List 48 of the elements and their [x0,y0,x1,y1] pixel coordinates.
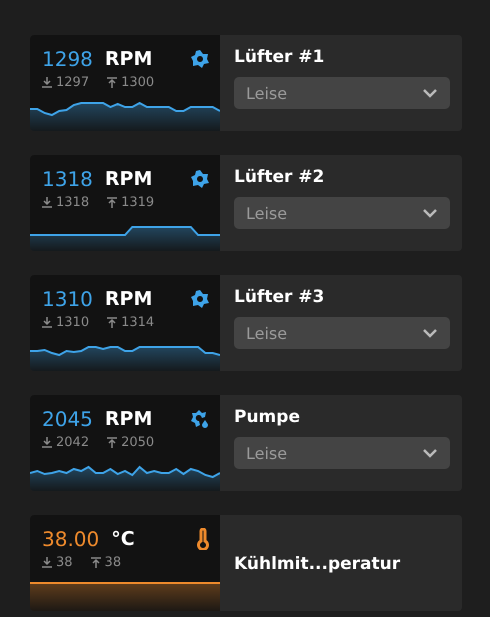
mode-dropdown[interactable]: Leise [234,437,450,469]
sensor-value: 1310 [42,287,93,311]
mode-dropdown[interactable]: Leise [234,317,450,349]
maximum-value: 1300 [121,75,154,90]
chevron-down-icon [422,208,438,218]
minimum-value: 1310 [56,315,90,330]
sensor-unit: RPM [104,408,154,430]
maximum-value: 2050 [121,435,154,450]
maximum-icon [107,317,118,328]
sensor-unit: RPM [104,48,154,70]
maximum-icon [107,77,118,88]
sensor-name: Lüfter #1 [234,47,326,67]
fan-icon [190,169,210,189]
sensor-value: 1318 [42,167,93,191]
maximum-value: 38 [104,555,122,570]
mode-dropdown[interactable]: Leise [234,77,450,109]
sensor-value: 2045 [42,407,93,431]
maximum-icon [107,437,118,448]
minimum-icon [42,197,52,208]
minimum-icon [42,77,52,88]
fan-icon [190,289,210,309]
minimum-value: 1297 [56,75,90,90]
fan-icon [190,49,210,69]
minimum-icon [42,557,52,568]
maximum-icon [107,197,118,208]
sensor-unit: RPM [104,168,154,190]
sensor-name: Lüfter #3 [234,287,326,307]
pump-icon [190,409,210,429]
sensor-value: 38.00 [42,527,100,551]
chevron-down-icon [422,328,438,338]
thermometer-icon [196,528,210,550]
minimum-value: 1318 [56,195,90,210]
maximum-value: 1314 [121,315,154,330]
maximum-icon [90,557,101,568]
sensor-name: Lüfter #2 [234,167,326,187]
chevron-down-icon [422,88,438,98]
sensor-name: Kühlmit...peratur [234,554,402,574]
mode-dropdown[interactable]: Leise [234,197,450,229]
chevron-down-icon [422,448,438,458]
sensor-name: Pumpe [234,407,301,427]
minimum-icon [42,317,52,328]
sensor-unit: RPM [104,288,154,310]
sensor-value: 1298 [42,47,93,71]
minimum-icon [42,437,52,448]
sensor-unit: °C [111,528,136,550]
maximum-value: 1319 [121,195,154,210]
minimum-value: 38 [56,555,73,570]
minimum-value: 2042 [56,435,90,450]
